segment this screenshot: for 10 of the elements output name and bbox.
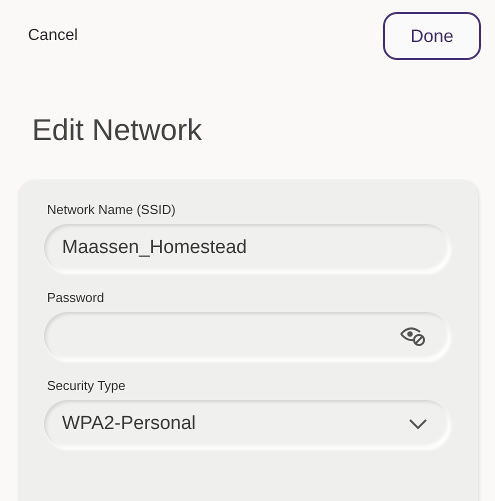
password-field[interactable] — [44, 312, 450, 360]
field-label: Network Name (SSID) — [47, 202, 177, 217]
page-title: Edit Network — [32, 113, 204, 149]
text-field[interactable]: Maassen_Homestead — [44, 224, 450, 272]
done-button[interactable]: Done — [383, 12, 481, 60]
field-label: Password — [47, 290, 106, 305]
chevron-down-icon — [408, 418, 428, 430]
field-label: Security Type — [47, 378, 127, 393]
security-type-dropdown[interactable]: WPA2-Personal — [44, 400, 450, 448]
cancel-button[interactable]: Cancel — [28, 27, 78, 45]
